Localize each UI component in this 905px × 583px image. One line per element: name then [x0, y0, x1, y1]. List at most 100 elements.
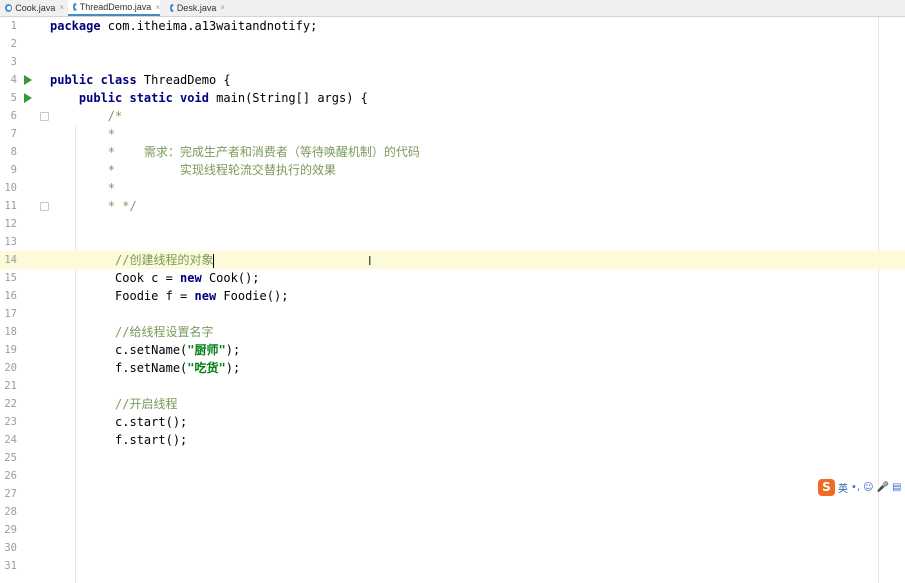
code-line[interactable]: 28: [0, 503, 905, 521]
line-number: 14: [4, 254, 17, 266]
code-line[interactable]: 1 package com.itheima.a13waitandnotify;: [0, 17, 905, 35]
line-number: 2: [10, 38, 17, 50]
ime-voice-icon[interactable]: 🎤: [877, 482, 889, 493]
code-token: Cook c =: [50, 271, 181, 285]
ime-emoji-icon[interactable]: ☺: [863, 482, 873, 493]
java-class-icon: [5, 3, 13, 12]
code-line[interactable]: 23 c.start();: [0, 413, 905, 431]
code-line[interactable]: 7 *: [0, 125, 905, 143]
code-token: c.setName(: [50, 343, 188, 357]
tab-label: Cook.java: [15, 2, 56, 13]
tab-desk-java[interactable]: Desk.java ×: [165, 0, 225, 15]
code-line[interactable]: 8 * 需求：完成生产者和消费者（等待唤醒机制）的代码: [0, 143, 905, 161]
code-token: public class: [50, 73, 137, 87]
code-text: * 实现线程轮流交替执行的效果: [50, 161, 336, 179]
code-token: Foodie f =: [50, 289, 195, 303]
fold-marker-icon[interactable]: [40, 202, 49, 211]
code-line[interactable]: 13: [0, 233, 905, 251]
line-number: 19: [4, 344, 17, 356]
input-method-toolbar[interactable]: S 英 •, ☺ 🎤 ▤: [818, 478, 901, 496]
code-line[interactable]: 18 //给线程设置名字: [0, 323, 905, 341]
code-line[interactable]: 4 public class ThreadDemo {: [0, 71, 905, 89]
code-line[interactable]: 11 * */: [0, 197, 905, 215]
ime-punctuation-icon[interactable]: •,: [851, 482, 860, 493]
line-number: 11: [4, 200, 17, 212]
close-icon[interactable]: ×: [220, 3, 225, 12]
code-text: package com.itheima.a13waitandnotify;: [50, 17, 317, 35]
line-number: 15: [4, 272, 17, 284]
tab-cook-java[interactable]: Cook.java ×: [0, 0, 64, 15]
line-number: 10: [4, 182, 17, 194]
code-text: f.start();: [50, 431, 187, 449]
code-line[interactable]: 9 * 实现线程轮流交替执行的效果: [0, 161, 905, 179]
code-token: * */: [50, 199, 137, 213]
code-token: main(String[] args) {: [208, 91, 368, 105]
run-icon[interactable]: [24, 75, 32, 85]
fold-marker-icon[interactable]: [40, 112, 49, 121]
code-text: *: [50, 125, 115, 143]
line-number: 18: [4, 326, 17, 338]
line-number: 24: [4, 434, 17, 446]
code-token: /*: [50, 109, 123, 123]
code-text: c.start();: [50, 413, 187, 431]
line-number: 27: [4, 488, 17, 500]
line-number: 17: [4, 308, 17, 320]
code-token: * 实现线程轮流交替执行的效果: [50, 163, 337, 177]
code-text: * */: [50, 197, 137, 215]
code-line[interactable]: 14 //创建线程的对象: [0, 251, 905, 269]
close-icon[interactable]: ×: [59, 3, 64, 12]
code-line[interactable]: 5 public static void main(String[] args)…: [0, 89, 905, 107]
code-token: * 需求：完成生产者和消费者（等待唤醒机制）的代码: [50, 145, 420, 159]
code-token: //给线程设置名字: [50, 325, 214, 339]
code-line[interactable]: 19 c.setName("厨师");: [0, 341, 905, 359]
code-line[interactable]: 27: [0, 485, 905, 503]
caret: [213, 253, 215, 268]
code-line[interactable]: 10 *: [0, 179, 905, 197]
code-line[interactable]: 6 /*: [0, 107, 905, 125]
code-line[interactable]: 17: [0, 305, 905, 323]
ime-language-toggle[interactable]: 英: [838, 480, 848, 495]
code-token: package: [50, 19, 101, 33]
code-line[interactable]: 2: [0, 35, 905, 53]
code-token: com.itheima.a13waitandnotify;: [100, 19, 318, 33]
line-number: 3: [10, 56, 17, 68]
code-line[interactable]: 24 f.start();: [0, 431, 905, 449]
code-line[interactable]: 12: [0, 215, 905, 233]
line-number: 26: [4, 470, 17, 482]
code-token: "厨师": [187, 343, 226, 357]
tab-threaddemo-java[interactable]: ThreadDemo.java ×: [68, 0, 160, 16]
code-editor[interactable]: 1 package com.itheima.a13waitandnotify; 2 3…: [0, 17, 905, 583]
run-icon[interactable]: [24, 93, 32, 103]
code-text: //开启线程: [50, 395, 177, 413]
code-line[interactable]: 26: [0, 467, 905, 485]
code-token: *: [50, 127, 116, 141]
code-text: Foodie f = new Foodie();: [50, 287, 288, 305]
code-token: //开启线程: [50, 397, 178, 411]
code-token: new: [180, 271, 202, 285]
line-number: 21: [4, 380, 17, 392]
code-line[interactable]: 30: [0, 539, 905, 557]
line-number: 12: [4, 218, 17, 230]
code-text: //创建线程的对象: [50, 251, 215, 269]
code-line[interactable]: 15 Cook c = new Cook();: [0, 269, 905, 287]
code-token: *: [50, 181, 116, 195]
code-line[interactable]: 25: [0, 449, 905, 467]
code-line[interactable]: 21: [0, 377, 905, 395]
line-number: 31: [4, 560, 17, 572]
code-line[interactable]: 31: [0, 557, 905, 575]
editor-tab-bar: Cook.java × ThreadDemo.java × Desk.java ×: [0, 0, 905, 17]
code-line[interactable]: 16 Foodie f = new Foodie();: [0, 287, 905, 305]
code-line[interactable]: 22 //开启线程: [0, 395, 905, 413]
ime-keyboard-icon[interactable]: ▤: [892, 482, 901, 493]
close-icon[interactable]: ×: [155, 3, 160, 12]
line-number: 22: [4, 398, 17, 410]
line-number: 1: [10, 20, 17, 32]
code-line[interactable]: 20 f.setName("吃货");: [0, 359, 905, 377]
code-line[interactable]: 3: [0, 53, 905, 71]
code-token: //创建线程的对象: [50, 253, 214, 267]
sogou-logo-icon[interactable]: S: [818, 478, 835, 496]
code-line[interactable]: 29: [0, 521, 905, 539]
code-token: ThreadDemo {: [136, 73, 231, 87]
java-class-icon: [73, 3, 79, 11]
line-number: 5: [10, 92, 17, 104]
